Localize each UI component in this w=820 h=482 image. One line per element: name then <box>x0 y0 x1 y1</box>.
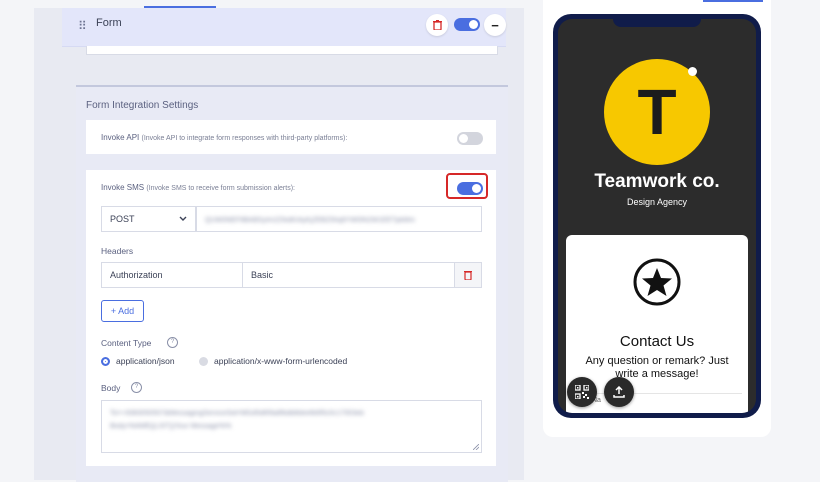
delete-block-button[interactable] <box>426 14 448 36</box>
star-icon <box>633 258 681 306</box>
sms-url-input[interactable]: QUW0NEF9BABSyIm2ZIkdKIAyKjZEBZ0hq9YW0IN2… <box>196 206 482 232</box>
drag-handle-icon[interactable]: ⠿ <box>78 19 87 33</box>
minus-icon: − <box>491 17 499 33</box>
contact-title: Contact Us <box>619 333 695 350</box>
upload-icon <box>613 386 625 398</box>
chevron-down-icon <box>179 216 187 221</box>
invoke-api-label: Invoke API (Invoke API to integrate form… <box>101 133 347 142</box>
header-value-input[interactable]: Basic <box>242 262 455 288</box>
add-header-button[interactable]: + Add <box>101 300 144 322</box>
logo-letter: T <box>637 76 677 148</box>
form-block-toggle[interactable] <box>454 18 480 31</box>
settings-title: Form Integration Settings <box>86 100 199 111</box>
form-block-title: Form <box>96 17 122 29</box>
invoke-sms-label: Invoke SMS (Invoke SMS to receive form s… <box>101 183 295 192</box>
invoke-api-row: Invoke API (Invoke API to integrate form… <box>86 120 496 154</box>
sms-body-textarea[interactable]: To=+9383050507&MessagingServiceSid=MGd5d… <box>101 400 482 453</box>
headers-label: Headers <box>101 246 134 256</box>
collapse-button[interactable]: − <box>484 14 506 36</box>
delete-header-button[interactable] <box>454 262 482 288</box>
content-type-label: Content Type <box>101 338 152 348</box>
tab-strip <box>34 0 524 8</box>
qr-code-icon <box>575 385 589 399</box>
radio-application-json[interactable] <box>101 357 110 366</box>
sms-toggle-highlight <box>446 173 488 199</box>
header-key-input[interactable]: Authorization <box>101 262 243 288</box>
share-button[interactable] <box>604 377 634 407</box>
company-subtitle: Design Agency <box>626 197 688 207</box>
invoke-api-hint: (Invoke API to integrate form responses … <box>141 135 348 142</box>
radio-form-urlencoded-label: application/x-www-form-urlencoded <box>214 356 348 366</box>
trash-icon <box>464 271 472 280</box>
form-textarea-bottom[interactable] <box>86 46 498 55</box>
radio-form-urlencoded[interactable] <box>199 357 208 366</box>
contact-text: Any question or remark? Just write a mes… <box>585 355 729 380</box>
http-method-select[interactable]: POST <box>101 206 196 232</box>
sms-body-line-2: Body=NAME{{LIST}}Your Message%% <box>110 423 232 430</box>
editor-panel: ⠿ Form − Form Integration Settings Invok… <box>34 0 524 482</box>
body-label: Body <box>101 383 121 393</box>
http-method-value: POST <box>110 214 135 224</box>
phone-notch <box>613 19 701 27</box>
form-integration-settings: Form Integration Settings Invoke API (In… <box>76 85 508 482</box>
trash-icon <box>432 20 442 30</box>
logo-dot <box>688 67 697 76</box>
radio-application-json-label: application/json <box>116 356 175 366</box>
phone-screen: T Teamwork co. Design Agency Contact Us … <box>558 19 756 413</box>
invoke-sms-section: Invoke SMS (Invoke SMS to receive form s… <box>86 170 496 466</box>
preview-top-indicator <box>703 0 763 2</box>
phone-frame: T Teamwork co. Design Agency Contact Us … <box>553 14 761 418</box>
help-icon[interactable]: ? <box>131 382 142 393</box>
sms-body-line-1: To=+9383050507&MessagingServiceSid=MGd5d… <box>110 410 364 417</box>
invoke-api-title: Invoke API <box>101 133 140 142</box>
resize-handle-icon[interactable] <box>473 444 479 450</box>
form-block-header[interactable]: ⠿ Form − <box>62 8 506 47</box>
sms-url-value: QUW0NEF9BABSyIm2ZIkdKIAyKjZEBZ0hq9YW0IN2… <box>205 217 415 224</box>
header-key-value: Authorization <box>110 270 163 280</box>
header-value-value: Basic <box>251 270 274 280</box>
company-name: Teamwork co. <box>594 171 720 192</box>
help-icon[interactable]: ? <box>167 337 178 348</box>
qr-code-button[interactable] <box>567 377 597 407</box>
preview-panel: T Teamwork co. Design Agency Contact Us … <box>543 0 771 437</box>
invoke-api-toggle[interactable] <box>457 132 483 145</box>
invoke-sms-title: Invoke SMS <box>101 183 145 192</box>
invoke-sms-hint: (Invoke SMS to receive form submission a… <box>146 185 295 192</box>
